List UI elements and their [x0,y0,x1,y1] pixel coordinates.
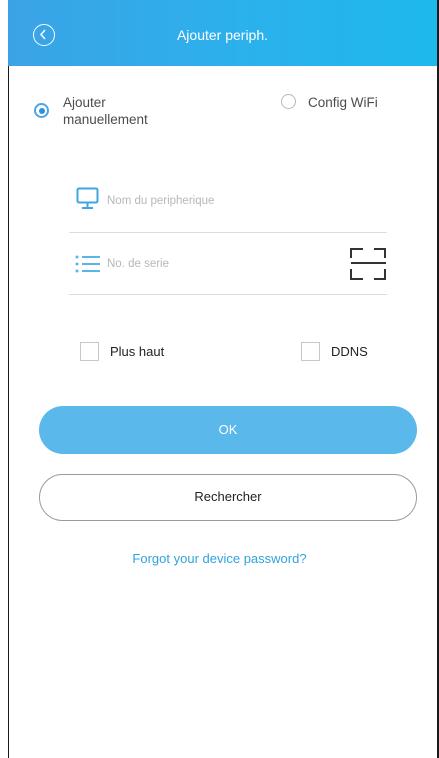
wifi-label: Config WiFi [308,95,378,110]
wifi-radio[interactable] [281,94,296,109]
advanced-checkbox[interactable] [80,342,99,361]
ddns-label: DDNS [331,344,368,359]
device-name-divider [69,232,387,233]
ddns-checkbox[interactable] [301,342,320,361]
advanced-label: Plus haut [110,344,165,359]
monitor-icon [76,187,99,209]
device-name-placeholder: Nom du peripherique [107,195,215,207]
ok-button[interactable]: OK [39,406,417,454]
manual-label-line2: manuellement [63,112,148,127]
app-header: Ajouter periph. [8,0,437,66]
search-button[interactable]: Rechercher [39,474,417,521]
manual-label: Ajouter manuellement [63,94,148,128]
manual-label-line1: Ajouter [63,95,106,110]
page-title: Ajouter periph. [176,27,269,43]
list-icon [75,255,100,273]
qr-scan-icon[interactable] [350,247,387,281]
screen: Ajouter periph. Ajouter manuellement Con… [0,0,439,758]
frame-edge-left [8,66,9,758]
manual-radio[interactable] [34,103,49,118]
forgot-password-link[interactable]: Forgot your device password? [0,551,439,566]
serial-placeholder: No. de serie [107,258,170,270]
serial-divider [69,294,387,295]
